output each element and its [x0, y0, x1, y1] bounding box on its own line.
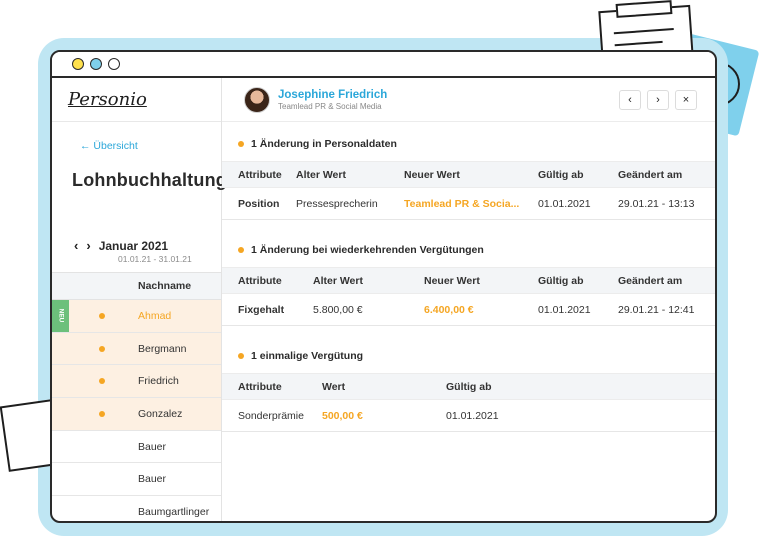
- back-link[interactable]: ← Übersicht: [80, 140, 138, 152]
- prev-employee-button[interactable]: ‹: [619, 90, 641, 110]
- employee-row[interactable]: Bergmann: [52, 332, 221, 366]
- app-window: Personio ← Übersicht Lohnbuchhaltung ‹ ›…: [50, 50, 717, 523]
- employee-name[interactable]: Josephine Friedrich: [278, 89, 387, 101]
- employee-row[interactable]: Bauer: [52, 431, 221, 464]
- employee-row[interactable]: Baumgartlinger: [52, 496, 221, 521]
- employee-row[interactable]: NEU Ahmad: [52, 300, 221, 333]
- table-row: Position Pressesprecherin Teamlead PR & …: [222, 187, 715, 220]
- changes-table: Attribute Alter Wert Neuer Wert Gültig a…: [222, 161, 715, 220]
- section-recurring-compensation: 1 Änderung bei wiederkehrenden Vergütung…: [222, 240, 715, 326]
- column-header: Gültig ab: [538, 161, 618, 188]
- table-row: Fixgehalt 5.800,00 € 6.400,00 € 01.01.20…: [222, 293, 715, 326]
- month-label: Januar 2021: [98, 239, 169, 253]
- attribute-cell: Position: [222, 187, 296, 220]
- column-header: Neuer Wert: [404, 161, 538, 188]
- employee-last-name: Friedrich: [138, 375, 179, 388]
- change-bullet-icon: [238, 141, 244, 147]
- next-employee-button[interactable]: ›: [647, 90, 669, 110]
- column-header: Alter Wert: [313, 267, 424, 294]
- employee-last-name: Bergmann: [138, 342, 187, 355]
- new-badge: NEU: [52, 300, 69, 332]
- employee-last-name: Ahmad: [138, 309, 172, 322]
- month-navigation: ‹ › Januar 2021: [74, 238, 168, 253]
- window-dot-yellow[interactable]: [72, 58, 84, 70]
- valid-from-cell: 01.01.2021: [446, 399, 715, 432]
- employee-column-header[interactable]: Nachname: [52, 272, 221, 300]
- column-header: Gültig ab: [446, 373, 715, 400]
- column-header: Neuer Wert: [424, 267, 538, 294]
- column-header: Wert: [322, 373, 446, 400]
- section-title: 1 Änderung in Personaldaten: [222, 134, 715, 154]
- window-dot-white[interactable]: [108, 58, 120, 70]
- page-title: Lohnbuchhaltung: [72, 170, 227, 190]
- new-value-cell: 6.400,00 €: [424, 293, 538, 326]
- changed-at-cell: 29.01.21 - 12:41: [618, 293, 715, 326]
- value-cell: 500,00 €: [322, 399, 446, 432]
- employee-row[interactable]: Friedrich: [52, 365, 221, 399]
- table-header-row: Attribute Alter Wert Neuer Wert Gültig a…: [222, 161, 715, 188]
- column-header: Attribute: [222, 161, 296, 188]
- employee-last-name: Baumgartlinger: [138, 505, 210, 518]
- sidebar: Personio ← Übersicht Lohnbuchhaltung ‹ ›…: [52, 78, 227, 521]
- employee-list: NEU Ahmad Bergmann Friedrich Gonzalez Bauer Ba…: [52, 300, 221, 521]
- changes-table: Attribute Wert Gültig ab Sonderprämie 50…: [222, 373, 715, 432]
- change-bullet-icon: [99, 378, 105, 385]
- chevron-right-icon[interactable]: ›: [86, 238, 90, 253]
- avatar: [244, 86, 270, 113]
- column-header: Alter Wert: [296, 161, 404, 188]
- column-header: Attribute: [222, 267, 313, 294]
- column-header: Geändert am: [618, 267, 715, 294]
- window-titlebar: [52, 52, 715, 78]
- valid-from-cell: 01.01.2021: [538, 293, 618, 326]
- window-dot-blue[interactable]: [90, 58, 102, 70]
- table-header-row: Attribute Alter Wert Neuer Wert Gültig a…: [222, 267, 715, 294]
- section-personal-data: 1 Änderung in Personaldaten Attribute Al…: [222, 134, 715, 220]
- attribute-cell: Fixgehalt: [222, 293, 313, 326]
- month-range: 01.01.21 - 31.01.21: [118, 254, 192, 264]
- employee-row[interactable]: Gonzalez: [52, 398, 221, 431]
- change-bullet-icon: [238, 353, 244, 359]
- change-bullet-icon: [99, 410, 105, 417]
- main-panel: Josephine Friedrich Teamlead PR & Social…: [222, 78, 715, 521]
- table-header-row: Attribute Wert Gültig ab: [222, 373, 715, 400]
- employee-last-name: Bauer: [138, 473, 167, 486]
- changes-table: Attribute Alter Wert Neuer Wert Gültig a…: [222, 267, 715, 326]
- employee-last-name: Bauer: [138, 440, 167, 453]
- valid-from-cell: 01.01.2021: [538, 187, 618, 220]
- logo: Personio: [52, 78, 221, 122]
- old-value-cell: Pressesprecherin: [296, 187, 404, 220]
- employee-row[interactable]: Bauer: [52, 463, 221, 497]
- table-row: Sonderprämie 500,00 € 01.01.2021: [222, 399, 715, 432]
- section-one-time-compensation: 1 einmalige Vergütung Attribute Wert Gül…: [222, 346, 715, 432]
- changed-at-cell: 29.01.21 - 13:13: [618, 187, 715, 220]
- column-header: Geändert am: [618, 161, 715, 188]
- change-bullet-icon: [238, 247, 244, 253]
- employee-last-name: Gonzalez: [138, 407, 183, 420]
- column-header: Attribute: [222, 373, 322, 400]
- chevron-left-icon[interactable]: ‹: [74, 238, 78, 253]
- attribute-cell: Sonderprämie: [222, 399, 322, 432]
- employee-header: Josephine Friedrich Teamlead PR & Social…: [222, 78, 715, 122]
- change-bullet-icon: [99, 345, 105, 352]
- section-title: 1 Änderung bei wiederkehrenden Vergütung…: [222, 240, 715, 260]
- change-bullet-icon: [99, 312, 105, 319]
- section-title: 1 einmalige Vergütung: [222, 346, 715, 366]
- employee-role: Teamlead PR & Social Media: [278, 101, 382, 111]
- old-value-cell: 5.800,00 €: [313, 293, 424, 326]
- column-header: Gültig ab: [538, 267, 618, 294]
- new-value-cell: Teamlead PR & Socia...: [404, 187, 538, 220]
- close-button[interactable]: ×: [675, 90, 697, 110]
